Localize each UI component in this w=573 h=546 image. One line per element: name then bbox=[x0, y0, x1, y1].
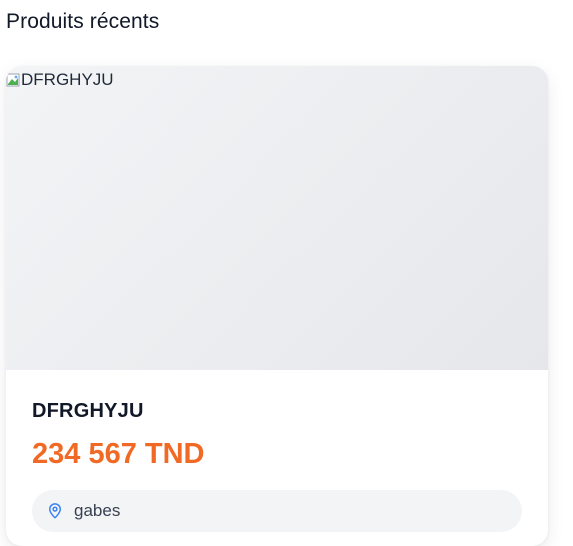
location-badge: gabes bbox=[32, 490, 522, 532]
section-title: Produits récents bbox=[6, 10, 160, 33]
product-image[interactable]: DFRGHYJU bbox=[6, 66, 548, 370]
broken-image-alt: DFRGHYJU bbox=[6, 70, 114, 90]
map-pin-icon bbox=[49, 503, 61, 519]
broken-image-icon bbox=[6, 73, 20, 87]
location-text: gabes bbox=[74, 501, 121, 520]
image-alt-text: DFRGHYJU bbox=[21, 70, 114, 89]
product-card[interactable]: DFRGHYJU DFRGHYJU 234 567 TND gabes bbox=[6, 66, 548, 546]
product-price: 234 567 TND bbox=[32, 438, 205, 470]
product-name[interactable]: DFRGHYJU bbox=[32, 400, 144, 423]
